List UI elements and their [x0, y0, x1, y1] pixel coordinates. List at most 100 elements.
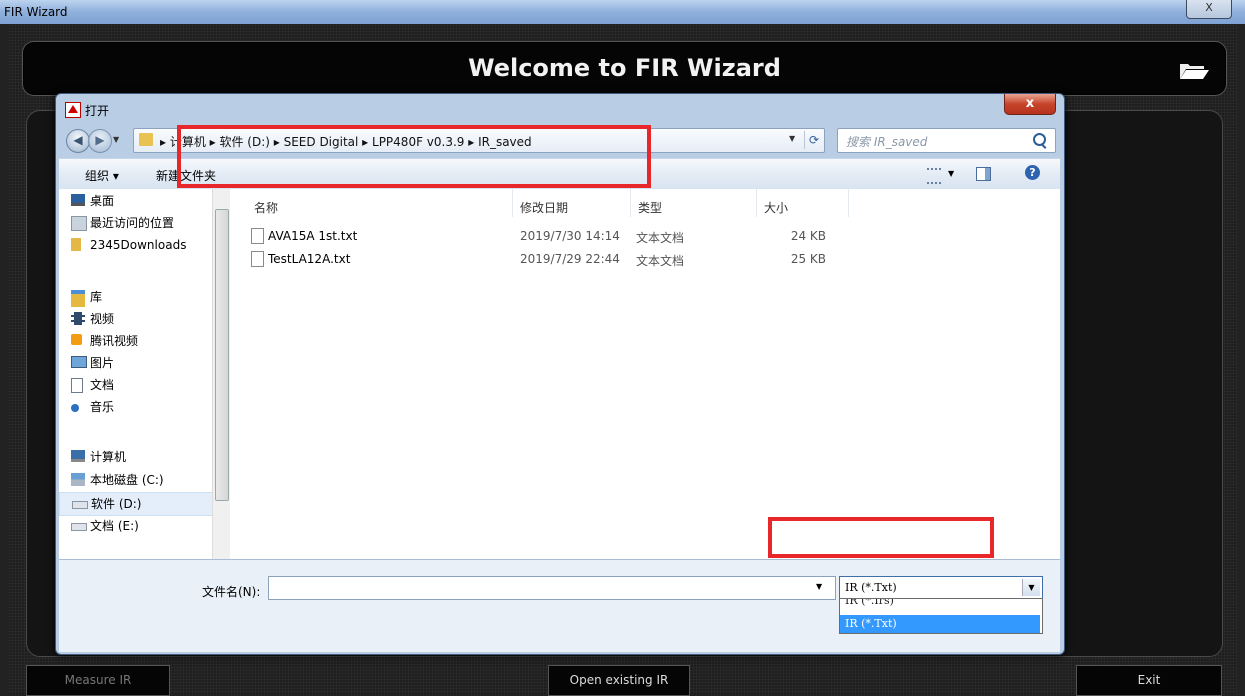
sidebar-item-label: 腾讯视频 — [90, 334, 139, 348]
view-dropdown-icon[interactable]: ▼ — [948, 169, 954, 178]
tencent-video-icon — [71, 334, 82, 345]
column-header-name[interactable]: 名称 — [254, 199, 278, 216]
sidebar-item-label: 软件 (D:) — [91, 497, 142, 511]
open-existing-ir-button[interactable]: Open existing IR — [548, 665, 690, 696]
measure-ir-button[interactable]: Measure IR — [26, 665, 170, 696]
column-divider[interactable] — [756, 189, 757, 217]
sidebar-item-label: 2345Downloads — [90, 238, 187, 252]
navigation-pane: 桌面 最近访问的位置 2345Downloads 库 视频 腾讯视频 图片 文档… — [59, 189, 234, 559]
folder-icon — [71, 238, 81, 251]
sidebar-item-label: 文档 — [90, 378, 115, 392]
recent-places-icon — [71, 216, 87, 231]
dialog-titlebar: 打开 x — [56, 94, 1064, 124]
drive-e-icon — [71, 523, 87, 531]
sidebar-item-label: 库 — [90, 290, 103, 304]
app-logo-icon — [65, 102, 81, 118]
sidebar-item-computer[interactable]: 计算机 — [59, 446, 219, 468]
sidebar-item-music[interactable]: 音乐 — [59, 396, 219, 418]
welcome-banner: Welcome to FIR Wizard — [22, 41, 1227, 96]
highlight-box-files — [177, 125, 651, 188]
sidebar-item-documents[interactable]: 文档 — [59, 374, 219, 396]
preview-pane-icon[interactable] — [976, 167, 991, 181]
file-list-pane: 名称 修改日期 类型 大小 AVA15A 1st.txt 2019/7/30 1… — [234, 189, 1060, 559]
sidebar-item-label: 音乐 — [90, 400, 115, 414]
scrollbar-thumb[interactable] — [215, 209, 229, 501]
change-view-icon[interactable] — [927, 168, 941, 184]
filetype-option-selected[interactable]: IR (*.Txt) — [840, 615, 1040, 633]
outer-close-button[interactable]: X — [1186, 0, 1232, 19]
folder-icon — [139, 133, 153, 146]
sidebar-item-library[interactable]: 库 — [59, 286, 219, 308]
sidebar-item-desktop[interactable]: 桌面 — [59, 190, 219, 212]
outer-titlebar: FIR Wizard — [0, 0, 1245, 24]
address-dropdown-icon[interactable]: ▼ — [789, 134, 795, 143]
dialog-footer: 文件名(N): ▼ IR (*.Txt) ▼ IR (*.Irs) IR (*.… — [59, 559, 1060, 652]
filename-input[interactable] — [268, 576, 836, 600]
column-divider[interactable] — [512, 189, 513, 217]
file-type: 文本文档 — [636, 254, 685, 268]
open-folder-icon[interactable] — [1178, 60, 1210, 80]
dialog-title: 打开 — [85, 104, 110, 118]
file-name: TestLA12A.txt — [268, 252, 351, 266]
forward-arrow-icon[interactable]: ▶ — [88, 129, 112, 153]
column-divider[interactable] — [630, 189, 631, 217]
sidebar-item-drive-e[interactable]: 文档 (E:) — [59, 515, 219, 537]
music-icon — [71, 404, 79, 412]
banner-title: Welcome to FIR Wizard — [468, 54, 781, 82]
file-date: 2019/7/30 14:14 — [520, 229, 620, 243]
sidebar-item-pictures[interactable]: 图片 — [59, 352, 219, 374]
dialog-close-button[interactable]: x — [1004, 94, 1056, 115]
library-icon — [71, 290, 85, 307]
column-header-date[interactable]: 修改日期 — [520, 199, 568, 216]
sidebar-item-video[interactable]: 视频 — [59, 308, 219, 330]
pictures-icon — [71, 356, 87, 368]
sidebar-item-drive-c[interactable]: 本地磁盘 (C:) — [59, 469, 219, 491]
chevron-down-icon[interactable]: ▼ — [1022, 579, 1040, 596]
drive-d-icon — [72, 501, 88, 509]
file-name: AVA15A 1st.txt — [268, 229, 358, 243]
column-divider[interactable] — [848, 189, 849, 217]
history-dropdown-icon[interactable]: ▼ — [113, 135, 119, 144]
file-row[interactable]: AVA15A 1st.txt 2019/7/30 14:14 文本文档 24 K… — [234, 225, 834, 247]
sidebar-item-tencent-video[interactable]: 腾讯视频 — [59, 330, 219, 352]
filename-dropdown-icon[interactable]: ▼ — [816, 582, 822, 591]
sidebar-item-label: 桌面 — [90, 194, 115, 208]
sidebar-item-downloads[interactable]: 2345Downloads — [59, 234, 219, 256]
text-file-icon — [251, 228, 264, 244]
filetype-dropdown-list: IR (*.Irs) IR (*.Txt) — [839, 598, 1043, 634]
file-row[interactable]: TestLA12A.txt 2019/7/29 22:44 文本文档 25 KB — [234, 248, 834, 270]
back-arrow-icon[interactable]: ◀ — [66, 129, 90, 153]
filetype-select[interactable]: IR (*.Txt) ▼ — [839, 576, 1043, 600]
filename-label: 文件名(N): — [202, 585, 261, 599]
refresh-icon[interactable]: ⟳ — [804, 131, 823, 149]
sidebar-item-label: 计算机 — [90, 450, 127, 464]
filetype-option[interactable]: IR (*.Irs) — [840, 599, 1040, 615]
drive-c-icon — [71, 473, 85, 486]
video-icon — [71, 312, 85, 325]
organize-menu-button[interactable]: 组织 ▾ — [85, 167, 119, 184]
highlight-box-filetype-option — [768, 517, 994, 558]
sidebar-item-label: 本地磁盘 (C:) — [90, 473, 164, 487]
file-size: 25 KB — [790, 252, 826, 266]
file-date: 2019/7/29 22:44 — [520, 252, 620, 266]
filetype-selected-value: IR (*.Txt) — [845, 581, 897, 594]
column-header-type[interactable]: 类型 — [638, 199, 662, 216]
exit-button[interactable]: Exit — [1076, 665, 1222, 696]
search-placeholder: 搜索 IR_saved — [846, 135, 928, 149]
sidebar-item-drive-d[interactable]: 软件 (D:) — [59, 492, 221, 516]
computer-icon — [71, 450, 85, 462]
file-size: 24 KB — [790, 229, 826, 243]
navigation-scrollbar[interactable] — [212, 189, 230, 559]
file-type: 文本文档 — [636, 231, 685, 245]
sidebar-item-label: 视频 — [90, 312, 115, 326]
text-file-icon — [251, 251, 264, 267]
search-input[interactable]: 搜索 IR_saved — [837, 128, 1056, 153]
sidebar-item-label: 文档 (E:) — [90, 519, 139, 533]
search-icon[interactable] — [1033, 133, 1046, 146]
documents-icon — [71, 378, 83, 393]
sidebar-item-label: 图片 — [90, 356, 115, 370]
sidebar-item-label: 最近访问的位置 — [90, 216, 175, 230]
help-icon[interactable]: ? — [1025, 165, 1040, 180]
column-header-size[interactable]: 大小 — [764, 199, 788, 216]
sidebar-item-recent-places[interactable]: 最近访问的位置 — [59, 212, 219, 234]
